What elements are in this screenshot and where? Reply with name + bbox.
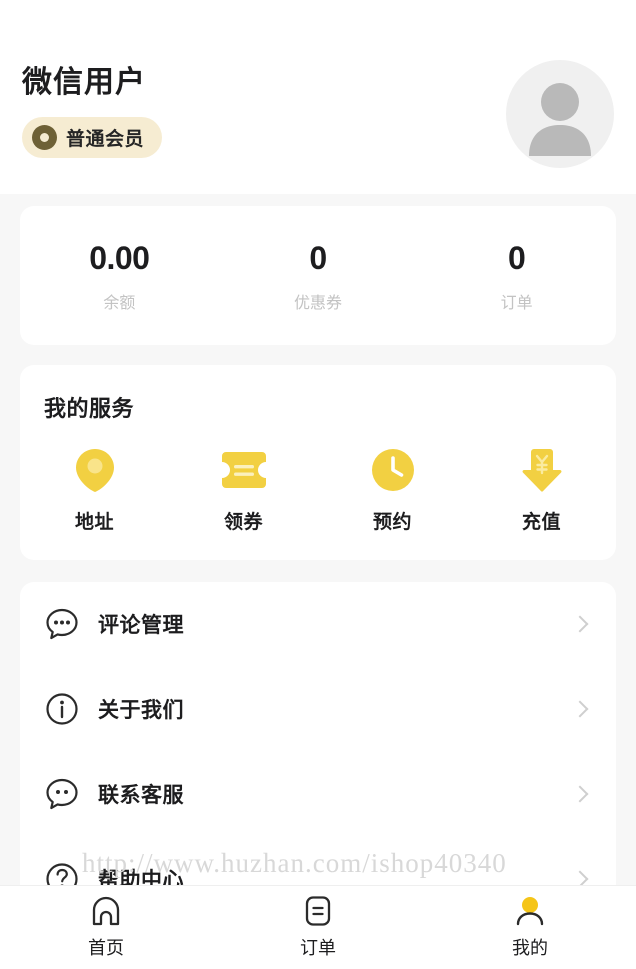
order-document-icon [302,895,334,927]
service-label: 充值 [521,511,561,533]
donut-icon [32,125,57,150]
service-item-address[interactable]: 地址 [20,447,169,534]
service-item-coupon[interactable]: 领券 [169,447,318,534]
menu-item-label: 关于我们 [98,699,184,723]
stat-item-balance[interactable]: 0.00 余额 [20,240,219,313]
services-grid: 地址 领券 预约 充值 [20,447,616,534]
stat-value: 0.00 [89,240,150,276]
services-card: 我的服务 地址 领券 预约 充值 [20,364,616,560]
recharge-arrow-yuan-icon [519,447,565,493]
service-item-appointment[interactable]: 预约 [318,447,467,534]
stat-value: 0 [508,240,526,276]
comment-dots-icon [44,606,80,642]
tab-profile[interactable]: 我的 [424,895,636,960]
stat-item-orders[interactable]: 0 订单 [417,240,616,313]
chevron-right-icon [571,615,589,633]
clock-icon [370,447,416,493]
chevron-right-icon [571,785,589,803]
menu-item-label: 联系客服 [98,784,184,808]
profile-person-icon [514,895,546,927]
info-circle-icon [44,691,80,727]
home-arch-icon [90,895,122,927]
tab-label: 订单 [300,938,336,958]
services-title: 我的服务 [44,395,135,421]
membership-badge-label: 普通会员 [66,129,145,150]
service-label: 地址 [74,511,114,533]
tab-label: 首页 [88,938,124,958]
tab-label: 我的 [512,938,548,958]
profile-header-left: 微信用户 普通会员 [22,58,163,158]
menu-item-about-us[interactable]: 关于我们 [44,667,592,752]
avatar[interactable] [506,60,614,168]
tab-home[interactable]: 首页 [0,895,212,960]
service-label: 领券 [223,511,263,533]
location-pin-icon [72,447,118,493]
service-item-recharge[interactable]: 充值 [467,447,616,534]
user-name: 微信用户 [22,66,146,99]
stat-value: 0 [309,240,327,276]
chevron-right-icon [571,700,589,718]
profile-header: 微信用户 普通会员 [0,0,636,194]
menu-card: 评论管理 关于我们 联系客服 帮助中心 [20,581,616,922]
tab-orders[interactable]: 订单 [212,895,424,960]
stat-label: 订单 [500,294,533,312]
bottom-tab-bar: 首页 订单 我的 [0,885,636,969]
coupon-ticket-icon [221,447,267,493]
support-chat-icon [44,776,80,812]
menu-item-label: 评论管理 [98,614,184,638]
stat-item-coupons[interactable]: 0 优惠券 [219,240,418,313]
stat-label: 余额 [103,294,136,312]
menu-item-contact-support[interactable]: 联系客服 [44,752,592,837]
menu-item-comment-management[interactable]: 评论管理 [44,582,592,667]
stats-card: 0.00 余额 0 优惠券 0 订单 [20,206,616,345]
default-avatar-person-icon [529,83,591,156]
stat-label: 优惠券 [294,294,343,312]
service-label: 预约 [372,511,412,533]
membership-badge[interactable]: 普通会员 [22,117,163,158]
